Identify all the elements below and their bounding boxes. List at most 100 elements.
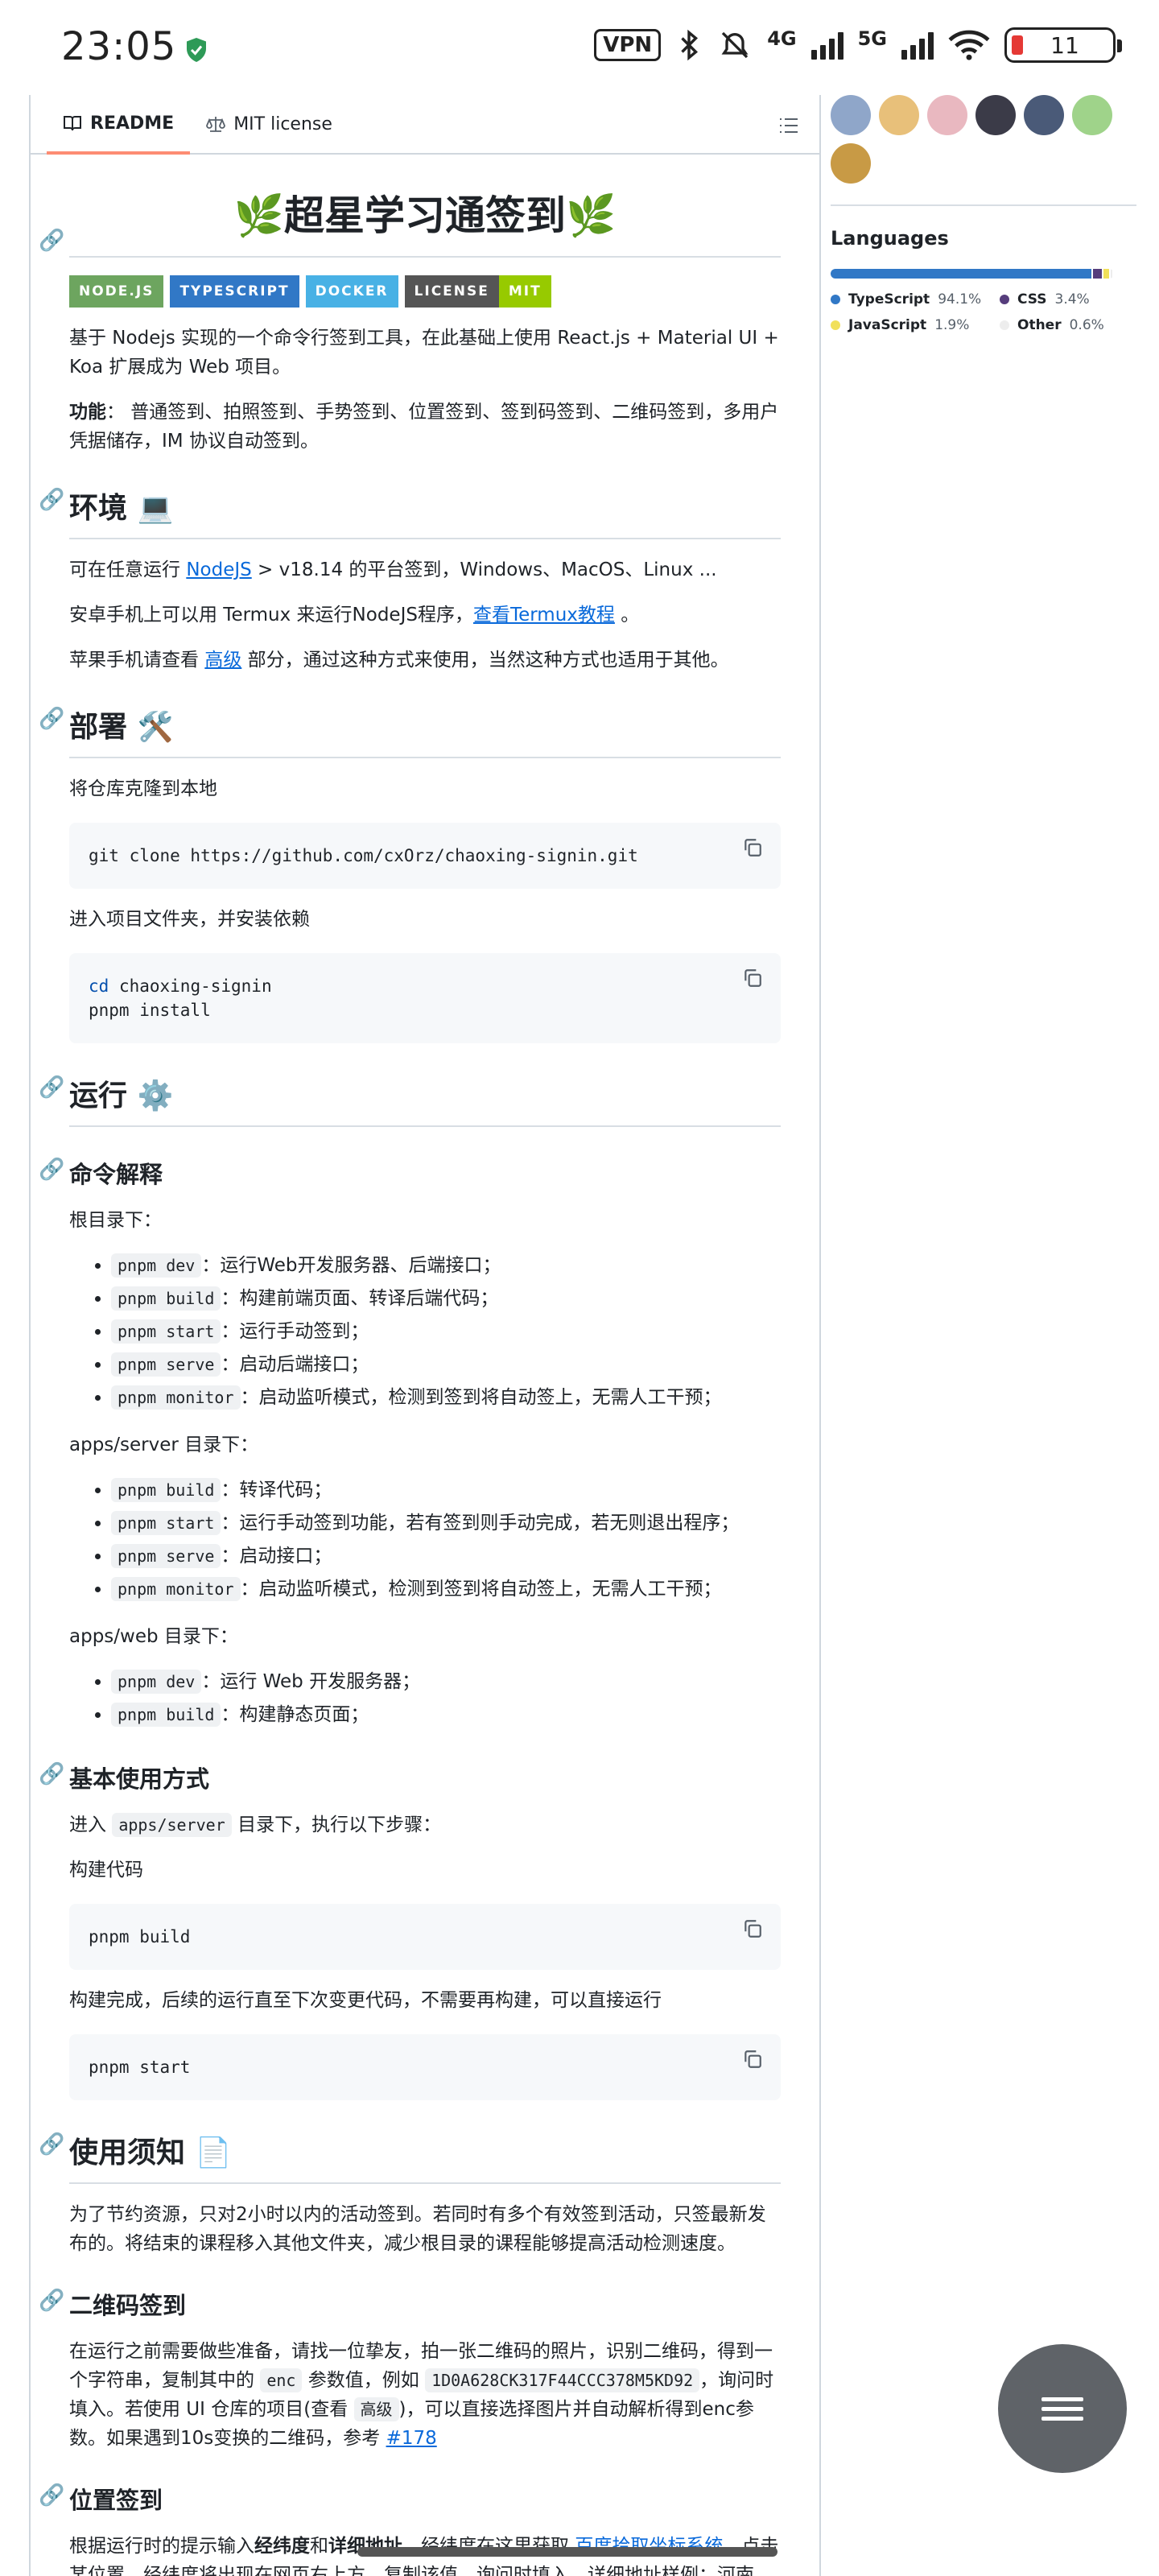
vpn-icon: VPN bbox=[594, 29, 662, 61]
code-build: pnpm build bbox=[89, 1927, 191, 1946]
page-title: 🌿超星学习通签到🌿 bbox=[69, 184, 781, 258]
basic-p1-b: 目录下，执行以下步骤： bbox=[231, 1814, 442, 1835]
table-of-contents-icon[interactable] bbox=[773, 109, 805, 142]
heading-deploy-text: 部署 🛠️ bbox=[69, 711, 174, 744]
copy-icon[interactable] bbox=[742, 2049, 763, 2070]
avatar[interactable] bbox=[831, 143, 871, 184]
home-indicator[interactable] bbox=[357, 2547, 777, 2557]
list-item: pnpm dev：运行Web开发服务器、后端接口； bbox=[111, 1249, 781, 1282]
list-item: pnpm serve：启动后端接口； bbox=[111, 1348, 781, 1381]
features-label: 功能 bbox=[69, 402, 106, 423]
loc-p-b: 和 bbox=[310, 2536, 328, 2557]
language-item[interactable]: TypeScript 94.1% bbox=[831, 291, 1000, 308]
inline-code: pnpm dev bbox=[111, 1670, 202, 1694]
clock: 23:05 bbox=[61, 24, 177, 69]
repo-sidebar: Languages TypeScript 94.1% CSS 3.4% JavaScri… bbox=[831, 95, 1136, 333]
heading-qr-text: 二维码签到 bbox=[69, 2292, 187, 2319]
deploy-p2: 进入项目文件夹，并安装依赖 bbox=[69, 909, 310, 930]
heading-commands: 🔗 命令解释 bbox=[39, 1156, 781, 1190]
list-item-text: ：启动监听模式，检测到签到将自动签上，无需人工干预； bbox=[240, 1579, 722, 1600]
language-name: TypeScript bbox=[848, 291, 930, 308]
anchor-link-icon[interactable]: 🔗 bbox=[39, 2483, 64, 2508]
signal-bars-2-icon bbox=[901, 31, 934, 60]
list-item-text: ：启动后端接口； bbox=[221, 1354, 369, 1375]
bluetooth-icon bbox=[681, 29, 699, 61]
tab-license[interactable]: MIT license bbox=[190, 95, 349, 153]
env-p3: 苹果手机请查看 高级 部分，通过这种方式来使用，当然这种方式也适用于其他。 bbox=[69, 646, 781, 675]
env-p2: 安卓手机上可以用 Termux 来运行NodeJS程序，查看Termux教程 。 bbox=[69, 601, 781, 630]
heading-basic-text: 基本使用方式 bbox=[69, 1765, 210, 1793]
languages-list: TypeScript 94.1% CSS 3.4% JavaScript 1.9% Othe… bbox=[831, 291, 1136, 333]
avatar[interactable] bbox=[927, 95, 967, 135]
avatar[interactable] bbox=[1024, 95, 1064, 135]
heading-notice-text: 使用须知 📄 bbox=[69, 2136, 232, 2169]
anchor-link-icon[interactable]: 🔗 bbox=[39, 1158, 64, 1182]
language-percent: 1.9% bbox=[934, 317, 970, 333]
heading-deploy: 🔗 部署 🛠️ bbox=[39, 704, 781, 758]
inline-code: pnpm serve bbox=[111, 1352, 221, 1377]
anchor-link-icon[interactable]: 🔗 bbox=[39, 1762, 64, 1786]
language-bar-segment bbox=[831, 269, 1091, 279]
env-p2-b: 。 bbox=[614, 605, 640, 625]
anchor-link-icon[interactable]: 🔗 bbox=[39, 2289, 64, 2313]
inline-code: 高级 bbox=[353, 2397, 399, 2421]
code-block: pnpm start bbox=[69, 2034, 781, 2100]
code-block: git clone https://github.com/cxOrz/chaox… bbox=[69, 823, 781, 889]
copy-icon[interactable] bbox=[742, 837, 763, 858]
scale-icon bbox=[206, 117, 226, 132]
badge-label: TYPESCRIPT bbox=[170, 275, 299, 308]
language-item[interactable]: JavaScript 1.9% bbox=[831, 317, 1000, 333]
heading-notice: 🔗 使用须知 📄 bbox=[39, 2129, 781, 2184]
badge: DOCKER bbox=[305, 275, 398, 308]
deploy-p1: 将仓库克隆到本地 bbox=[69, 778, 217, 799]
battery-icon: 11 bbox=[1004, 27, 1122, 63]
code-cd: chaoxing-signin bbox=[109, 976, 272, 996]
anchor-link-icon[interactable]: 🔗 bbox=[39, 488, 64, 512]
qr-p: 在运行之前需要做些准备，请找一位挚友，拍一张二维码的照片，识别二维码，得到一个字… bbox=[69, 2337, 781, 2453]
badge-label: NODE.JS bbox=[69, 275, 164, 308]
advanced-link[interactable]: 高级 bbox=[204, 650, 241, 671]
copy-icon[interactable] bbox=[742, 1918, 763, 1939]
basic-p2: 构建代码 bbox=[69, 1860, 143, 1880]
menu-fab-button[interactable] bbox=[998, 2344, 1127, 2473]
language-item[interactable]: Other 0.6% bbox=[1000, 317, 1120, 333]
anchor-link-icon[interactable]: 🔗 bbox=[39, 1075, 64, 1100]
inline-code: pnpm build bbox=[111, 1478, 221, 1502]
intro-text: 基于 Nodejs 实现的一个命令行签到工具，在此基础上使用 React.js … bbox=[69, 328, 779, 378]
avatar[interactable] bbox=[879, 95, 919, 135]
languages-bar bbox=[831, 269, 1114, 279]
code-block: pnpm build bbox=[69, 1904, 781, 1970]
qr-p-b: 参数值，例如 bbox=[302, 2370, 426, 2391]
loc-p-a: 根据运行时的提示输入 bbox=[69, 2536, 254, 2557]
list-item: pnpm start：运行手动签到； bbox=[111, 1315, 781, 1348]
avatar[interactable] bbox=[975, 95, 1016, 135]
issue-link[interactable]: #178 bbox=[386, 2428, 437, 2449]
avatar[interactable] bbox=[1072, 95, 1112, 135]
termux-link[interactable]: 查看Termux教程 bbox=[473, 605, 615, 625]
readme-panel: README MIT license 🔗 🌿超星学习通签到🌿 NODE.JS TY… bbox=[29, 95, 821, 2576]
network-5g-label: 5G bbox=[857, 27, 887, 50]
language-bar-segment bbox=[1092, 269, 1103, 279]
language-bar-segment bbox=[1110, 269, 1112, 279]
language-item[interactable]: CSS 3.4% bbox=[1000, 291, 1120, 308]
env-p1: 可在任意运行 NodeJS > v18.14 的平台签到，Windows、Mac… bbox=[69, 555, 781, 584]
list-item-text: ：运行 Web 开发服务器； bbox=[201, 1671, 421, 1692]
tab-readme[interactable]: README bbox=[47, 95, 191, 155]
anchor-link-icon[interactable]: 🔗 bbox=[39, 2132, 64, 2157]
list-item-text: ：启动监听模式，检测到签到将自动签上，无需人工干预； bbox=[240, 1387, 722, 1408]
language-name: CSS bbox=[1017, 291, 1047, 308]
inline-code: pnpm start bbox=[111, 1511, 221, 1535]
book-icon bbox=[64, 116, 81, 131]
env-p1-a: 可在任意运行 bbox=[69, 559, 187, 580]
menu-icon bbox=[1041, 2392, 1083, 2426]
badge: TYPESCRIPT bbox=[170, 275, 299, 308]
code-keyword: cd bbox=[89, 976, 109, 996]
anchor-link-icon[interactable]: 🔗 bbox=[39, 229, 64, 253]
features-desc: ： 普通签到、拍照签到、手势签到、位置签到、签到码签到、二维码签到，多用户凭据储… bbox=[69, 402, 779, 452]
anchor-link-icon[interactable]: 🔗 bbox=[39, 707, 64, 731]
list-item: pnpm dev：运行 Web 开发服务器； bbox=[111, 1666, 781, 1699]
inline-code: pnpm monitor bbox=[111, 1577, 241, 1601]
nodejs-link[interactable]: NodeJS bbox=[186, 559, 251, 580]
avatar[interactable] bbox=[831, 95, 871, 135]
copy-icon[interactable] bbox=[742, 968, 763, 989]
